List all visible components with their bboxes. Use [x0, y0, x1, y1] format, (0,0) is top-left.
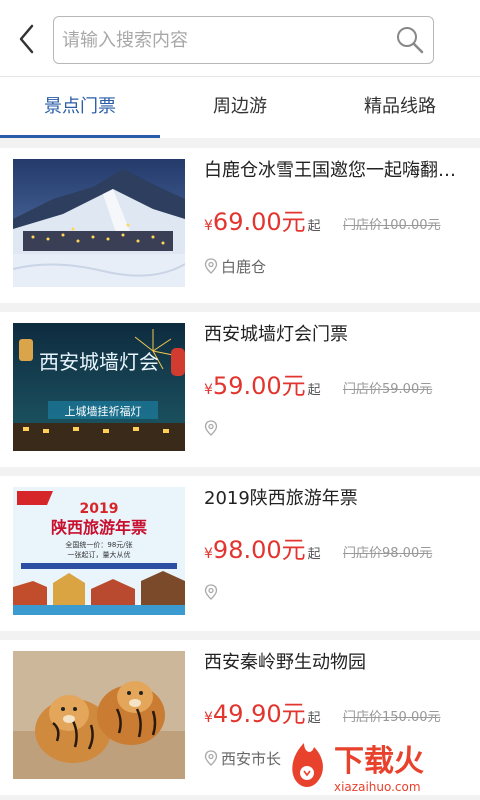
item-title[interactable]: 2019陕西旅游年票	[204, 484, 470, 510]
watermark-logo: 下载火 xiazaihuo.com	[292, 743, 424, 794]
tab-nearby-tours[interactable]: 周边游	[160, 77, 320, 139]
lantern-festival-image: 西安城墙灯会 上城墙挂祈福灯	[13, 323, 185, 451]
location-pin-icon	[204, 420, 218, 436]
watermark-url: xiazaihuo.com	[334, 780, 421, 794]
list-item[interactable]: 白鹿仓冰雪王国邀您一起嗨翻… ¥69.00元起 门店价100.00元 白鹿仓	[0, 148, 480, 303]
list-item[interactable]: 2019 陕西旅游年票 全国统一价：98元/张 一张起订，量大从优 2019陕西…	[0, 476, 480, 631]
category-tabs: 景点门票 周边游 精品线路	[0, 76, 480, 138]
item-title[interactable]: 西安城墙灯会门票	[204, 320, 470, 346]
search-icon[interactable]	[395, 25, 425, 55]
tourism-annual-ticket-image: 2019 陕西旅游年票 全国统一价：98元/张 一张起订，量大从优	[13, 487, 185, 615]
location-pin-icon	[204, 750, 218, 766]
search-input[interactable]	[62, 23, 382, 57]
ticket-title-text: 陕西旅游年票	[51, 518, 147, 537]
search-box[interactable]	[53, 16, 434, 64]
original-price: 门店价100.00元	[343, 218, 441, 233]
original-price: 门店价59.00元	[343, 382, 433, 397]
item-location	[204, 584, 221, 602]
item-title[interactable]: 西安秦岭野生动物园	[204, 648, 470, 674]
ticket-price-line: 全国统一价：98元/张	[65, 540, 132, 549]
list-item[interactable]: 西安城墙灯会 上城墙挂祈福灯 西安城墙灯会门票 ¥59.00元起 门店价59.0…	[0, 312, 480, 467]
chevron-left-icon[interactable]	[14, 22, 42, 56]
lantern-subtitle-text: 上城墙挂祈福灯	[65, 404, 142, 418]
active-tab-indicator	[0, 135, 160, 138]
ticket-year-text: 2019	[80, 501, 119, 517]
watermark-text: 下载火	[334, 744, 424, 779]
item-price: ¥59.00元起	[204, 372, 321, 400]
item-price: ¥49.90元起	[204, 700, 321, 728]
tab-scenic-tickets[interactable]: 景点门票	[0, 77, 160, 139]
location-pin-icon	[204, 584, 218, 600]
original-price: 门店价98.00元	[343, 546, 433, 561]
ticket-order-line: 一张起订，量大从优	[68, 550, 131, 559]
item-title[interactable]: 白鹿仓冰雪王国邀您一起嗨翻…	[204, 156, 470, 182]
item-location: 白鹿仓	[204, 256, 266, 277]
tab-premium-routes[interactable]: 精品线路	[320, 77, 480, 139]
top-bar	[0, 0, 480, 76]
original-price: 门店价150.00元	[343, 710, 441, 725]
item-price: ¥98.00元起	[204, 536, 321, 564]
item-location	[204, 420, 221, 438]
snow-resort-image	[13, 159, 185, 287]
item-location: 西安市长	[204, 748, 281, 769]
item-price: ¥69.00元起	[204, 208, 321, 236]
tiger-cubs-image	[13, 651, 185, 779]
lantern-title-text: 西安城墙灯会	[39, 350, 159, 374]
location-pin-icon	[204, 258, 218, 274]
